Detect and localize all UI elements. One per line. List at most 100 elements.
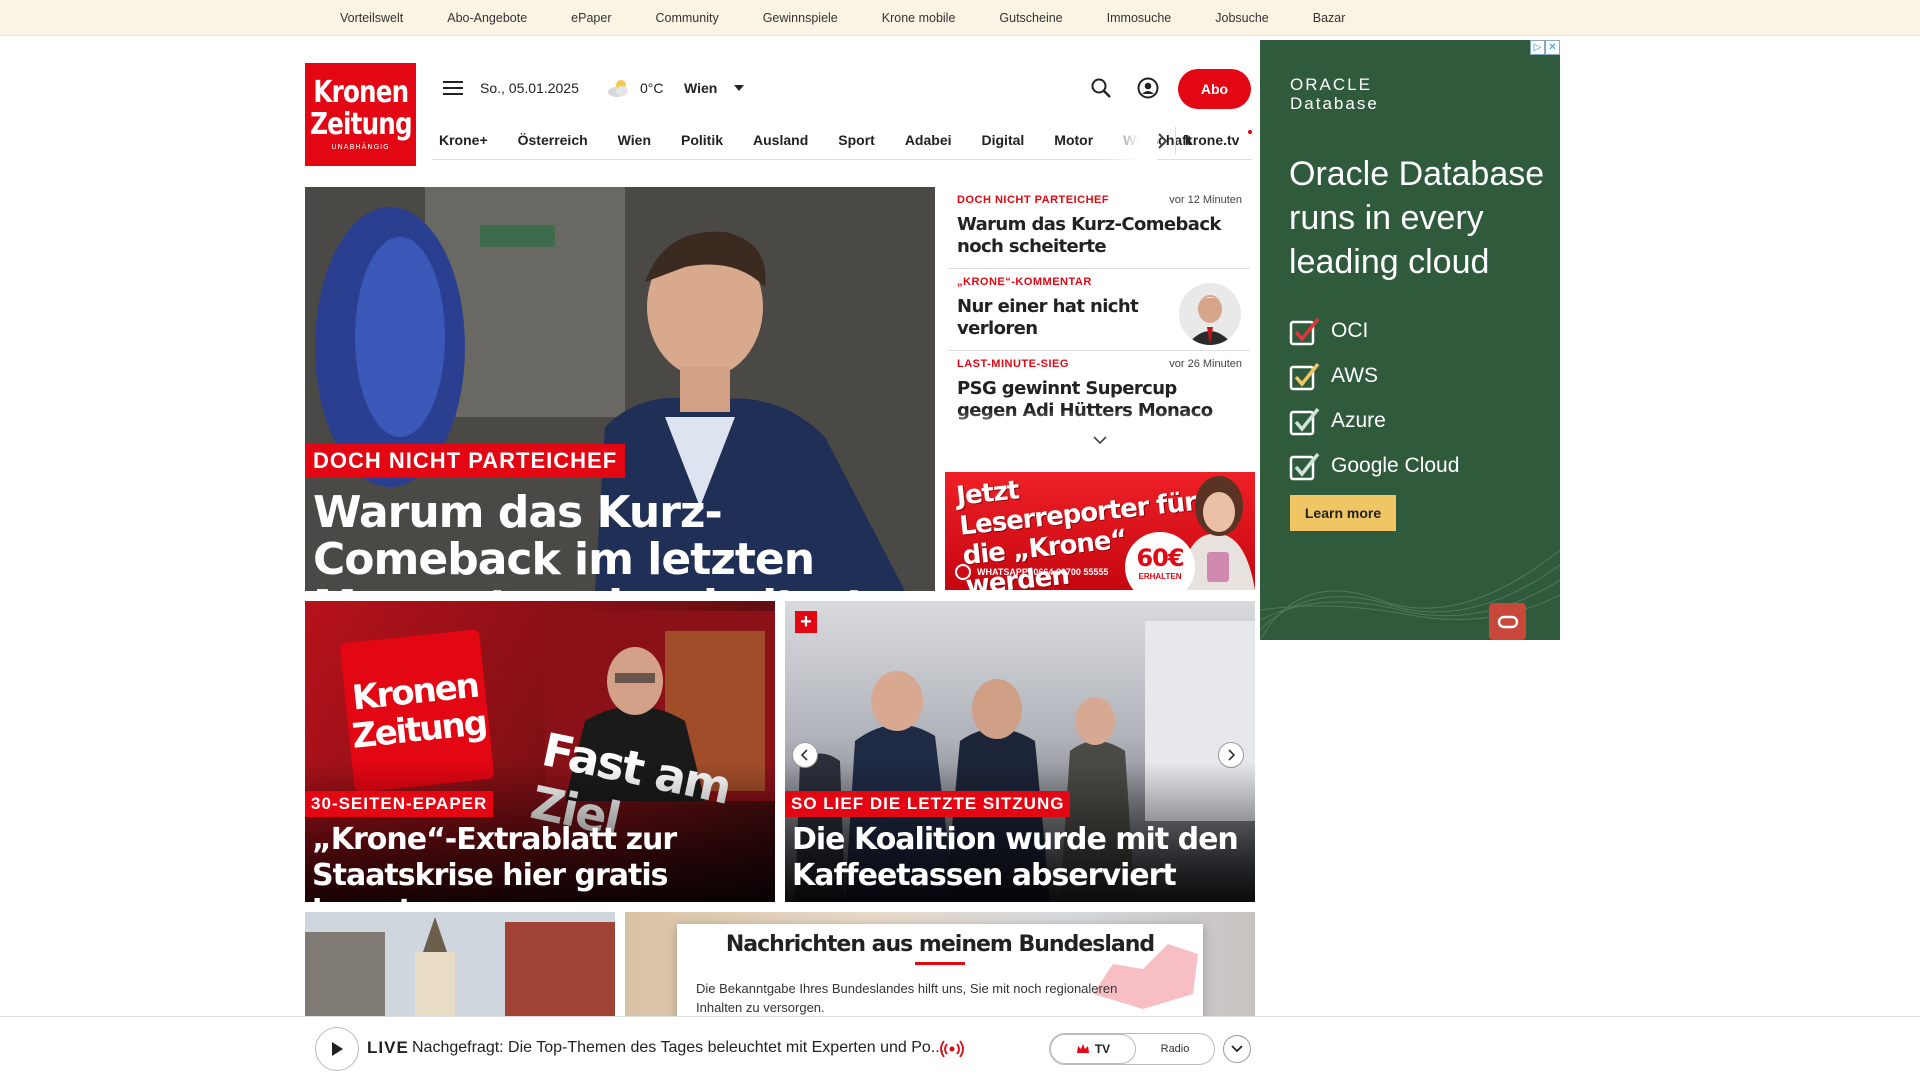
- play-button[interactable]: [315, 1027, 359, 1071]
- utility-link-epaper[interactable]: ePaper: [571, 11, 611, 25]
- side-news-item[interactable]: „KRONE“-KOMMENTAR Nur einer hat nicht ve…: [948, 269, 1250, 351]
- hero-article[interactable]: DOCH NICHT PARTEICHEF Warum das Kurz-Com…: [305, 187, 935, 591]
- crown-icon: [1076, 1044, 1089, 1053]
- ad-close-icon[interactable]: ✕: [1545, 40, 1560, 55]
- abo-button[interactable]: Abo: [1178, 69, 1251, 109]
- utility-links: Vorteilswelt Abo-Angebote ePaper Communi…: [340, 0, 1389, 36]
- banner-amount: 60€: [1136, 544, 1184, 572]
- nav-item-wien[interactable]: Wien: [618, 132, 651, 148]
- banner-amount-sub: ERHALTEN: [1138, 572, 1182, 581]
- side-news-time: vor 12 Minuten: [1169, 194, 1242, 206]
- card-title[interactable]: Die Koalition wurde mit den Kaffeetassen…: [792, 822, 1252, 894]
- ad-cloud-list: OCI AWS Azure Google Cloud: [1289, 308, 1459, 488]
- leserreporter-banner[interactable]: Jetzt Leserreporter für die „Krone“ werd…: [945, 472, 1255, 590]
- logo-line2: Zeitung: [309, 107, 412, 142]
- card-title[interactable]: „Krone“-Extrablatt zur Staatskrise hier …: [312, 822, 772, 902]
- region-dialog-underline: [915, 962, 965, 965]
- utility-link-vorteilswelt[interactable]: Vorteilswelt: [340, 11, 403, 25]
- utility-link-community[interactable]: Community: [655, 11, 718, 25]
- header-row: So., 05.01.2025 0°C Wien Abo: [432, 68, 1252, 109]
- play-icon: [332, 1042, 343, 1056]
- radio-toggle-button[interactable]: Radio: [1136, 1034, 1214, 1064]
- card-kicker: 30-SEITEN-EPAPER: [305, 791, 494, 817]
- live-stream-title[interactable]: Nachgefragt: Die Top-Themen des Tages be…: [412, 1039, 944, 1057]
- live-label: LIVE: [367, 1038, 409, 1057]
- chevron-left-icon: [800, 749, 808, 761]
- ad-list-label: Azure: [1331, 408, 1386, 432]
- ad-list-item: Azure: [1289, 398, 1459, 443]
- checkbox-checked-icon: [1289, 407, 1320, 435]
- nav-divider: [1175, 127, 1176, 155]
- tv-radio-toggle: TV Radio: [1049, 1033, 1215, 1065]
- nav-item-digital[interactable]: Digital: [982, 132, 1025, 148]
- tv-toggle-label: TV: [1094, 1042, 1111, 1056]
- nav-item-motor[interactable]: Motor: [1054, 132, 1093, 148]
- live-dot: [1248, 130, 1252, 134]
- card-kicker: SO LIEF DIE LETZTE SITZUNG: [785, 791, 1071, 817]
- player-expand-button[interactable]: [1223, 1035, 1251, 1063]
- top-utility-bar: Vorteilswelt Abo-Angebote ePaper Communi…: [0, 0, 1920, 36]
- nav-item-oesterreich[interactable]: Österreich: [518, 132, 588, 148]
- ad-brand: ORACLE Database: [1290, 75, 1379, 113]
- chevron-down-icon[interactable]: [734, 85, 744, 91]
- nav-item-politik[interactable]: Politik: [681, 132, 723, 148]
- ad-list-label: OCI: [1331, 318, 1369, 342]
- checkbox-checked-icon: [1289, 452, 1320, 480]
- side-news-item[interactable]: DOCH NICHT PARTEICHEF vor 12 Minuten War…: [948, 187, 1250, 269]
- hamburger-menu-icon[interactable]: [443, 81, 463, 95]
- banner-whatsapp: WHATSAPP: 0664 60700 55555: [955, 564, 1108, 580]
- side-news-title[interactable]: Warum das Kurz-Comeback noch scheiterte: [957, 214, 1241, 258]
- region-dialog-text: Die Bekanntgabe Ihres Bundeslandes hilft…: [696, 981, 1118, 1015]
- current-date: So., 05.01.2025: [480, 80, 579, 96]
- chevron-down-icon[interactable]: [1092, 434, 1108, 446]
- utility-link-gewinnspiele[interactable]: Gewinnspiele: [763, 11, 838, 25]
- ad-list-item: OCI: [1289, 308, 1459, 353]
- logo-line1: Kronen: [313, 75, 409, 110]
- chevron-right-icon: [1228, 749, 1236, 761]
- chevron-right-icon[interactable]: [1154, 131, 1170, 151]
- nav-item-krone-plus[interactable]: Krone+: [439, 132, 488, 148]
- main-navigation: Krone+ Österreich Wien Politik Ausland S…: [432, 122, 1252, 160]
- city-selector[interactable]: Wien: [684, 80, 717, 96]
- oracle-advertisement[interactable]: ▷ ✕ ORACLE Database Oracle Database runs…: [1260, 40, 1560, 640]
- utility-link-immosuche[interactable]: Immosuche: [1107, 11, 1172, 25]
- banner-whatsapp-number: WHATSAPP: 0664 60700 55555: [977, 567, 1109, 577]
- radio-toggle-label: Radio: [1160, 1043, 1190, 1055]
- checkbox-checked-icon: [1289, 362, 1320, 390]
- search-icon[interactable]: [1090, 77, 1112, 99]
- hero-title[interactable]: Warum das Kurz-Comeback im letzten Momen…: [313, 489, 933, 591]
- partly-cloudy-icon: [608, 80, 628, 97]
- nav-item-sport[interactable]: Sport: [838, 132, 875, 148]
- utility-link-bazar[interactable]: Bazar: [1313, 11, 1346, 25]
- utility-link-abo-angebote[interactable]: Abo-Angebote: [447, 11, 527, 25]
- ad-brand-line2: Database: [1290, 94, 1379, 113]
- adchoices-icon[interactable]: ▷: [1530, 40, 1545, 55]
- logo-tagline: UNABHÄNGIG: [331, 143, 390, 151]
- side-news-title[interactable]: Nur einer hat nicht verloren: [957, 296, 1160, 340]
- utility-link-krone-mobile[interactable]: Krone mobile: [882, 11, 956, 25]
- temperature: 0°C: [640, 80, 664, 96]
- utility-link-gutscheine[interactable]: Gutscheine: [999, 11, 1062, 25]
- user-account-icon[interactable]: [1137, 77, 1159, 99]
- region-dialog-title: Nachrichten aus meinem Bundesland: [725, 932, 1155, 957]
- kronen-zeitung-logo[interactable]: Kronen Zeitung UNABHÄNGIG: [305, 63, 416, 166]
- utility-link-jobsuche[interactable]: Jobsuche: [1215, 11, 1269, 25]
- whatsapp-icon: [955, 564, 971, 580]
- live-player-bar: LIVE Nachgefragt: Die Top-Themen des Tag…: [0, 1016, 1920, 1080]
- checkbox-checked-icon: [1289, 317, 1320, 345]
- nav-item-ausland[interactable]: Ausland: [753, 132, 808, 148]
- nav-fade: [1097, 122, 1157, 160]
- chevron-down-icon: [1231, 1045, 1243, 1053]
- epaper-article-card[interactable]: Kronen Zeitung Fast am Ziel 30-SEITEN-EP…: [305, 601, 775, 902]
- ad-headline: Oracle Database runs in every leading cl…: [1289, 155, 1545, 281]
- side-news-list: DOCH NICHT PARTEICHEF vor 12 Minuten War…: [948, 187, 1250, 442]
- nav-item-adabei[interactable]: Adabei: [905, 132, 952, 148]
- ad-list-item: AWS: [1289, 353, 1459, 398]
- author-avatar: [1179, 283, 1241, 345]
- nav-item-krone-tv[interactable]: krone.tv: [1185, 132, 1239, 148]
- ad-list-label: Google Cloud: [1331, 453, 1460, 477]
- broadcast-icon: [940, 1040, 964, 1058]
- ad-list-label: AWS: [1331, 363, 1379, 387]
- tv-toggle-button[interactable]: TV: [1050, 1034, 1136, 1064]
- coalition-article-card[interactable]: + SO LIEF DIE LETZTE SITZUNG Die Koaliti…: [785, 601, 1255, 902]
